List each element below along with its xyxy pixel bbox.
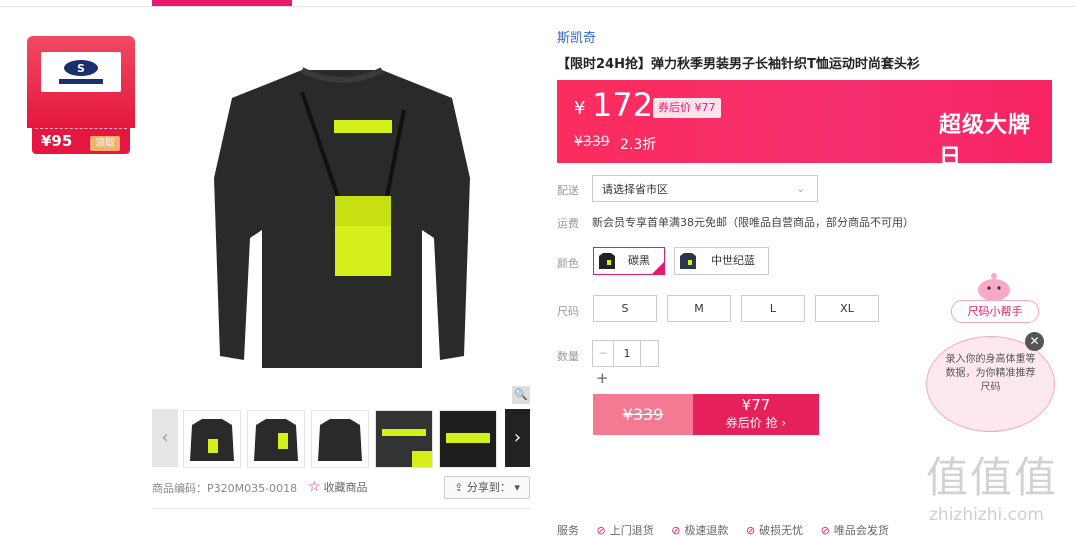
thumbnail-strip: ‹ › <box>152 409 530 468</box>
thumbnail-1[interactable] <box>183 410 241 468</box>
region-select-value: 请选择省市区 <box>602 183 668 196</box>
color-option-label: 碳黑 <box>628 254 650 267</box>
brand-coupon-card[interactable]: S ¥95 领取 <box>27 36 135 160</box>
share-button[interactable]: ⇪ 分享到： ▾ <box>444 476 530 499</box>
service-item: 唯品会发货 <box>833 524 889 537</box>
color-swatch-blue <box>680 253 696 269</box>
favorite-label: 收藏商品 <box>323 481 368 494</box>
quantity-input[interactable]: 1 <box>613 341 641 366</box>
check-circle-icon: ⊘ <box>671 524 681 537</box>
chevron-down-icon: ▾ <box>510 481 520 494</box>
price-banner: ¥ 172 券后价 ¥77 ¥339 2.3折 超级大牌日 <box>557 80 1052 170</box>
thumbnail-5[interactable] <box>439 410 497 468</box>
product-code: 商品编码：P320M035-0018 <box>152 482 298 495</box>
quantity-stepper: − 1 <box>592 340 659 367</box>
color-option-carbon-black[interactable]: 碳黑 <box>593 247 665 275</box>
size-helper-button[interactable]: 尺码小帮手 <box>951 300 1039 323</box>
shipping-info: 新会员专享首单满38元免邮（限唯品自营商品，部分商品不可用） <box>592 216 914 229</box>
buy-with-coupon-button[interactable]: ¥77 券后价 抢 › <box>693 394 819 435</box>
favorite-button[interactable]: ☆ 收藏商品 <box>308 479 368 495</box>
service-item: 极速退款 <box>684 524 729 537</box>
gallery-divider <box>152 508 530 509</box>
thumbnail-prev-button[interactable]: ‹ <box>152 409 178 467</box>
quantity-decrease-button[interactable]: − <box>593 341 613 366</box>
color-swatch-black <box>599 253 615 269</box>
quantity-label: 数量 <box>557 350 579 363</box>
svg-text:S: S <box>77 62 85 75</box>
color-option-label: 中世纪蓝 <box>711 254 755 267</box>
check-circle-icon: ⊘ <box>596 524 606 537</box>
size-label: 尺码 <box>557 305 579 318</box>
zoom-icon[interactable]: 🔍 <box>512 386 530 404</box>
currency-symbol: ¥ <box>574 98 586 119</box>
services-row: 服务 ⊘ 上门退货 ⊘ 极速退款 ⊘ 破损无忧 ⊘ 唯品会发货 <box>557 522 889 538</box>
thumbnail-4[interactable] <box>375 410 433 468</box>
watermark: 值值值 <box>926 453 1059 502</box>
service-item: 破损无忧 <box>759 524 804 537</box>
check-circle-icon: ⊘ <box>820 524 830 537</box>
product-title: 【限时24H抢】弹力秋季男装男子长袖针织T恤运动时尚套头衫 <box>557 57 920 72</box>
promo-slogan: 超级大牌日 <box>939 113 1032 170</box>
original-price: ¥339 <box>574 134 610 150</box>
size-option-m[interactable]: M <box>667 295 731 322</box>
discount-rate: 2.3折 <box>620 137 657 153</box>
selected-check-icon <box>652 262 664 274</box>
thumbnail-next-button[interactable]: › <box>505 409 530 467</box>
services-label: 服务 <box>557 524 579 537</box>
size-option-l[interactable]: L <box>741 295 805 322</box>
check-circle-icon: ⊘ <box>745 524 756 537</box>
buy-coupon-price: ¥77 <box>741 396 771 414</box>
product-main-image[interactable] <box>152 18 530 400</box>
thumbnail-3[interactable] <box>311 410 369 468</box>
chevron-down-icon: ⌄ <box>796 184 805 195</box>
coupon-get-button[interactable]: 领取 <box>90 136 120 151</box>
coupon-price: ¥95 <box>41 132 73 150</box>
region-select[interactable]: 请选择省市区 ⌄ <box>592 175 818 202</box>
color-label: 颜色 <box>557 257 579 270</box>
thumbnail-2[interactable] <box>247 410 305 468</box>
size-helper-tip: 录入你的身高体重等数据，为你精准推荐尺码 <box>945 354 1036 393</box>
buy-original-price[interactable]: ¥339 <box>593 394 693 435</box>
shipping-label: 运费 <box>557 217 579 230</box>
buy-action-label: 券后价 抢 › <box>725 416 787 430</box>
color-option-medieval-blue[interactable]: 中世纪蓝 <box>674 247 769 275</box>
current-price: 172 <box>592 86 654 124</box>
skechers-logo: S <box>41 52 121 92</box>
size-option-xl[interactable]: XL <box>815 295 879 322</box>
coupon-divider <box>35 128 127 129</box>
share-icon: ⇪ <box>454 481 467 494</box>
delivery-label: 配送 <box>557 184 579 197</box>
close-icon[interactable]: ✕ <box>1025 332 1044 351</box>
share-label: 分享到： <box>466 481 511 494</box>
brand-link[interactable]: 斯凯奇 <box>557 27 596 46</box>
star-icon: ☆ <box>308 479 321 495</box>
service-item: 上门退货 <box>609 524 654 537</box>
quantity-increase-button[interactable]: + <box>596 369 609 387</box>
top-divider <box>0 6 1076 7</box>
after-coupon-badge: 券后价 ¥77 <box>653 98 721 118</box>
active-nav-indicator <box>152 0 292 6</box>
watermark-url: zhizhizhi.com <box>929 505 1044 525</box>
size-option-s[interactable]: S <box>593 295 657 322</box>
